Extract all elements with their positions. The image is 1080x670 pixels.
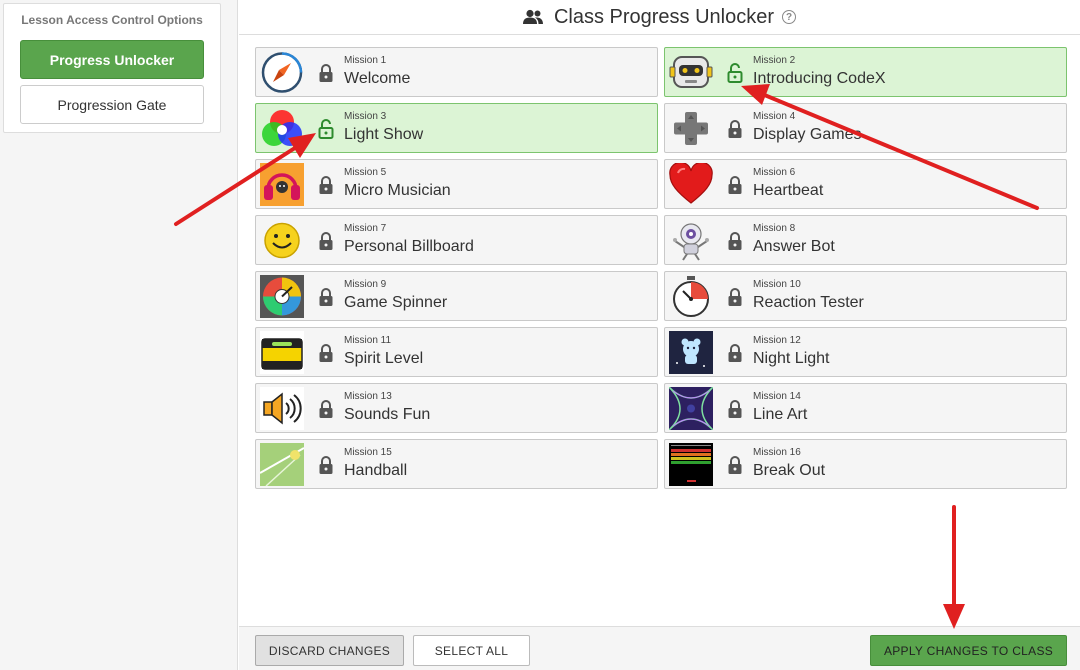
mission-number: Mission 16 <box>753 447 801 458</box>
mission-name: Display Games <box>753 126 862 143</box>
line-art-icon <box>669 387 713 430</box>
page-header: Class Progress Unlocker ? <box>238 0 1080 34</box>
mission-number: Mission 6 <box>753 167 796 178</box>
mission-card-13[interactable]: Mission 13 Sounds Fun <box>255 383 658 433</box>
lock-icon <box>728 344 742 362</box>
mission-name: Introducing CodeX <box>753 70 886 87</box>
mission-name: Personal Billboard <box>344 238 474 255</box>
mission-number: Mission 8 <box>753 223 796 234</box>
speaker-icon <box>260 387 304 430</box>
mission-name: Night Light <box>753 350 830 367</box>
mission-card-9[interactable]: Mission 9 Game Spinner <box>255 271 658 321</box>
mission-name: Welcome <box>344 70 411 87</box>
discard-changes-button[interactable]: DISCARD CHANGES <box>255 635 404 666</box>
lock-icon <box>319 64 333 82</box>
mission-card-10[interactable]: Mission 10 Reaction Tester <box>664 271 1067 321</box>
progress-unlocker-button[interactable]: Progress Unlocker <box>20 40 204 79</box>
lock-icon <box>728 400 742 418</box>
progression-gate-button[interactable]: Progression Gate <box>20 85 204 124</box>
mission-number: Mission 2 <box>753 55 796 66</box>
mission-name: Answer Bot <box>753 238 835 255</box>
mission-name: Reaction Tester <box>753 294 864 311</box>
mission-number: Mission 13 <box>344 391 392 402</box>
users-icon <box>522 9 543 24</box>
mission-card-1[interactable]: Mission 1 Welcome <box>255 47 658 97</box>
mission-name: Handball <box>344 462 408 479</box>
mission-number: Mission 1 <box>344 55 387 66</box>
mission-card-11[interactable]: Mission 11 Spirit Level <box>255 327 658 377</box>
mission-number: Mission 7 <box>344 223 387 234</box>
mission-number: Mission 14 <box>753 391 801 402</box>
robot-icon <box>669 56 713 88</box>
breakout-icon <box>669 443 713 486</box>
mission-name: Game Spinner <box>344 294 448 311</box>
mission-number: Mission 4 <box>753 111 796 122</box>
unlocked-lock-icon <box>318 119 334 139</box>
lock-icon <box>319 400 333 418</box>
spinner-icon <box>260 275 304 318</box>
mission-card-2[interactable]: Mission 2 Introducing CodeX <box>664 47 1067 97</box>
mission-card-15[interactable]: Mission 15 Handball <box>255 439 658 489</box>
page-title: Class Progress Unlocker <box>553 5 775 28</box>
compass-icon <box>261 52 303 93</box>
lock-icon <box>319 176 333 194</box>
lock-icon <box>728 120 742 138</box>
lock-icon <box>728 456 742 474</box>
mission-number: Mission 3 <box>344 111 387 122</box>
mission-name: Spirit Level <box>344 350 424 367</box>
mission-name: Heartbeat <box>753 182 824 199</box>
handball-icon <box>260 443 304 486</box>
lock-icon <box>319 344 333 362</box>
lock-icon <box>319 232 333 250</box>
mission-name: Sounds Fun <box>344 406 431 423</box>
apply-changes-button[interactable]: APPLY CHANGES TO CLASS <box>870 635 1067 666</box>
dpad-icon <box>674 112 708 145</box>
help-icon[interactable]: ? <box>782 10 797 24</box>
lock-icon <box>728 232 742 250</box>
mission-name: Break Out <box>753 462 826 479</box>
mission-grid: Mission 1 Welcome Mission 2 Introducing … <box>239 34 1080 626</box>
lock-icon <box>319 288 333 306</box>
mission-card-3[interactable]: Mission 3 Light Show <box>255 103 658 153</box>
stopwatch-icon <box>673 276 709 317</box>
access-control-options-panel: Lesson Access Control Options Progress U… <box>3 3 221 133</box>
lock-icon <box>728 176 742 194</box>
action-bar: DISCARD CHANGES SELECT ALL APPLY CHANGES… <box>239 626 1080 670</box>
lock-icon <box>728 288 742 306</box>
mission-number: Mission 5 <box>344 167 387 178</box>
unlocked-lock-icon <box>727 63 743 83</box>
sidebar: Lesson Access Control Options Progress U… <box>0 0 238 670</box>
mission-name: Micro Musician <box>344 182 451 199</box>
mission-card-16[interactable]: Mission 16 Break Out <box>664 439 1067 489</box>
spirit-level-icon <box>260 331 304 374</box>
rgb-circles-icon <box>262 110 302 146</box>
select-all-button[interactable]: SELECT ALL <box>413 635 530 666</box>
mission-card-6[interactable]: Mission 6 Heartbeat <box>664 159 1067 209</box>
mission-number: Mission 10 <box>753 279 801 290</box>
headphones-icon <box>260 163 304 206</box>
mission-number: Mission 9 <box>344 279 387 290</box>
sidebar-title: Lesson Access Control Options <box>21 13 203 27</box>
mission-name: Light Show <box>344 126 424 143</box>
mission-card-7[interactable]: Mission 7 Personal Billboard <box>255 215 658 265</box>
bot-icon <box>673 223 709 261</box>
mission-card-8[interactable]: Mission 8 Answer Bot <box>664 215 1067 265</box>
smiley-icon <box>264 222 300 259</box>
mission-number: Mission 12 <box>753 335 801 346</box>
lock-icon <box>319 456 333 474</box>
mission-number: Mission 15 <box>344 447 392 458</box>
mission-card-12[interactable]: Mission 12 Night Light <box>664 327 1067 377</box>
mission-number: Mission 11 <box>344 335 392 346</box>
heart-icon <box>669 163 713 204</box>
mission-card-14[interactable]: Mission 14 Line Art <box>664 383 1067 433</box>
night-light-icon <box>669 331 713 374</box>
mission-name: Line Art <box>753 406 808 423</box>
mission-card-5[interactable]: Mission 5 Micro Musician <box>255 159 658 209</box>
mission-card-4[interactable]: Mission 4 Display Games <box>664 103 1067 153</box>
